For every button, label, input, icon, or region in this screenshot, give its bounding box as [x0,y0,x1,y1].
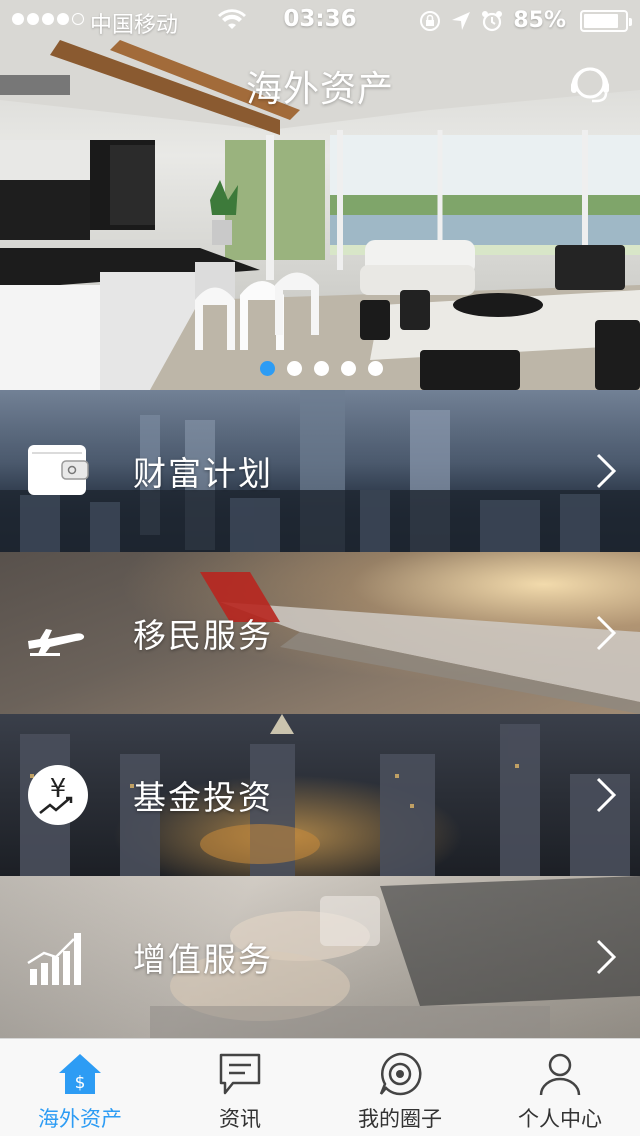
battery-percentage: 85% [513,8,566,33]
svg-text:¥: ¥ [50,774,67,804]
carousel-dot[interactable] [260,361,275,376]
menu-item-background [0,552,640,714]
menu-item-background [0,876,640,1038]
tab-label: 资讯 [219,1107,261,1131]
circle-target-icon [379,1052,422,1096]
menu-item-value-added-service[interactable]: 增值服务 [0,876,640,1038]
message-icon [219,1053,261,1095]
menu-item-background [0,390,640,552]
yen-growth-icon: ¥ [28,765,88,825]
orientation-lock-icon [420,10,441,31]
menu-item-immigration-service[interactable]: 移民服务 [0,552,640,714]
menu-item-background [0,714,640,876]
menu-item-label: 增值服务 [133,940,273,979]
status-bar: 中国移动 03:36 85% [0,0,640,40]
menu-item-label: 移民服务 [133,616,273,655]
tab-personal-center[interactable]: 个人中心 [480,1039,640,1136]
tab-label: 我的圈子 [358,1107,442,1131]
tab-label: 海外资产 [38,1107,122,1131]
menu-item-label: 基金投资 [133,778,273,817]
person-icon [539,1053,581,1096]
chevron-right-icon [596,939,617,975]
airplane-wing-image [200,572,640,714]
tab-my-circle[interactable]: 我的圈子 [320,1039,480,1136]
carousel-indicator[interactable] [260,361,383,376]
chevron-right-icon [596,615,617,651]
home-dollar-icon: $ [59,1054,101,1094]
menu-item-fund-investment[interactable]: ¥ 基金投资 [0,714,640,876]
chevron-right-icon [596,777,617,813]
wallet-icon [28,445,89,495]
page-title: 海外资产 [245,69,394,110]
svg-text:$: $ [75,1073,86,1093]
customer-service-headset-icon[interactable] [568,62,612,106]
battery-icon [580,9,632,32]
menu-item-wealth-plan[interactable]: 财富计划 [0,390,640,552]
laptop-typing-image [150,876,640,1038]
tab-overseas-assets[interactable]: $ 海外资产 [0,1039,160,1136]
alarm-icon [482,10,503,31]
city-skyline-image [0,390,640,552]
carousel-dot[interactable] [314,361,329,376]
bar-growth-icon [27,933,81,985]
hero-image [0,0,640,390]
bottom-tab-bar: $ 海外资产 资讯 我的圈子 个人中心 [0,1038,640,1136]
tab-label: 个人中心 [518,1107,602,1131]
hero-banner[interactable]: 中国移动 03:36 85% 海外资产 [0,0,640,390]
airplane-icon [28,629,85,656]
chevron-right-icon [596,453,617,489]
carousel-dot[interactable] [368,361,383,376]
service-menu: 财富计划 移民服务 ¥ 基金投资 增值服务 [0,390,640,1038]
location-icon [452,11,471,30]
tab-news[interactable]: 资讯 [160,1039,320,1136]
carousel-dot[interactable] [341,361,356,376]
menu-item-label: 财富计划 [133,454,273,493]
night-city-image [20,714,630,876]
carousel-dot[interactable] [287,361,302,376]
